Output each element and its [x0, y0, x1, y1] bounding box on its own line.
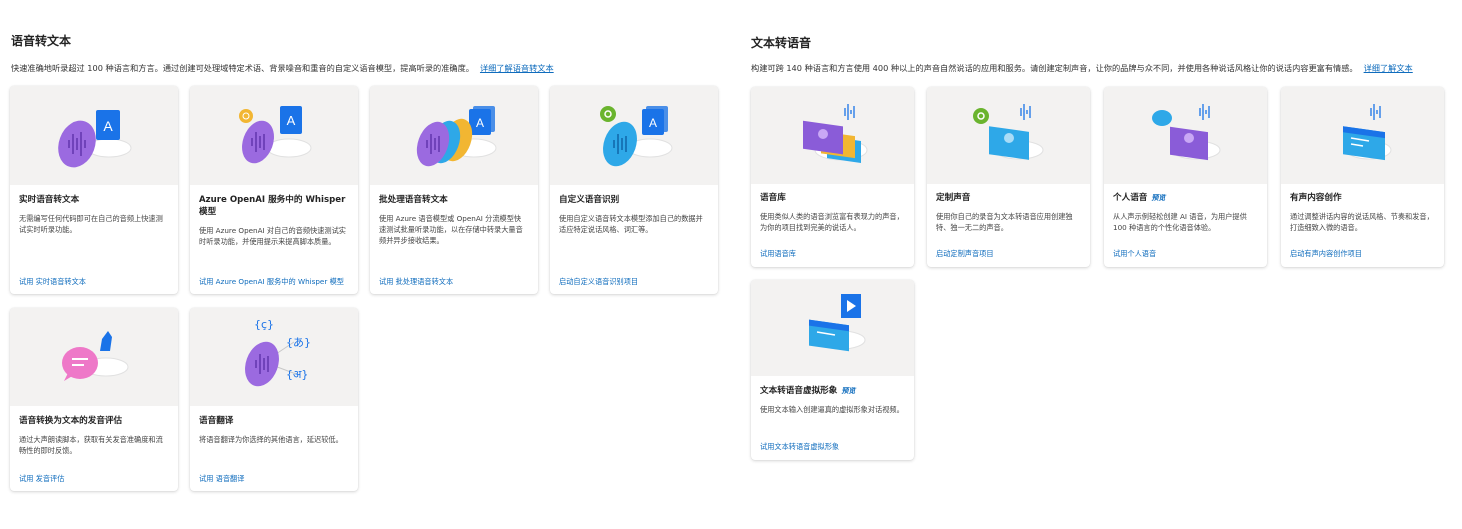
stt-card-batch-image: A — [370, 86, 538, 185]
voice-card-icon — [988, 125, 1029, 160]
waveform-disc-icon — [603, 121, 637, 166]
tts-learn-more-link[interactable]: 详细了解文本 — [1364, 63, 1413, 73]
tts-card-voice-gallery[interactable]: 语音库 使用类似人类的语音浏览富有表现力的声音，为你的项目找到完美的说话人。 试… — [751, 87, 914, 267]
tts-card-avatar[interactable]: 文本转语音虚拟形象 预览 使用文本输入创建逼真的虚拟形象对话视频。 试用文本转语音… — [751, 280, 914, 460]
stt-card-translation-image: {ç} {あ} {अ} — [190, 308, 358, 406]
card-try-link[interactable]: 试用 Azure OpenAI 服务中的 Whisper 模型 — [199, 277, 352, 287]
tts-card-audio-content-image — [1281, 87, 1444, 184]
card-description: 将语音翻译为你选择的其他语言，延迟较低。 — [199, 435, 343, 444]
gear-icon — [972, 107, 989, 124]
card-description: 使用文本输入创建逼真的虚拟形象对话视频。 — [760, 405, 904, 414]
avatar-illustration — [808, 294, 865, 352]
card-description: 使用 Azure 语音模型或 OpenAI 分流模型快速测试批量听录功能，以在存… — [379, 214, 523, 245]
waveform-disc-icon — [245, 341, 279, 387]
tts-card-custom-voice-image — [927, 87, 1090, 184]
custom-speech-illustration: A — [600, 105, 673, 166]
thumbs-up-icon — [100, 331, 112, 351]
card-try-link[interactable]: 启动有声内容创作项目 — [1290, 249, 1438, 259]
card-description: 通过调整讲话内容的说话风格、节奏和发音，打造细致入微的语音。 — [1290, 212, 1434, 232]
card-title: 语音库 — [760, 193, 786, 203]
waveform-disc-icon — [242, 120, 274, 163]
tts-card-audio-content[interactable]: 有声内容创作 通过调整讲话内容的说话风格、节奏和发音，打造细致入微的语音。 启动… — [1281, 87, 1444, 267]
stt-card-custom-speech[interactable]: A 自定义语音识别 使用自定义语音转文本模型添加自己的数据并适应特定说话风格、词… — [550, 86, 718, 294]
stt-card-translation[interactable]: {ç} {あ} {अ} 语音翻译 将语音翻译为你选择的其他语言，延迟较低。 试用… — [190, 308, 358, 491]
stt-card-pronunciation[interactable]: 语音转换为文本的发音评估 通过大声朗读脚本，获取有关发音准确度和流畅性的即时反馈… — [10, 308, 178, 491]
pronunciation-illustration — [62, 331, 129, 381]
svg-text:A: A — [649, 116, 657, 130]
openai-badge-icon — [239, 108, 253, 123]
card-try-link[interactable]: 试用 实时语音转文本 — [19, 277, 172, 287]
translation-illustration: {ç} {あ} {अ} — [245, 318, 311, 387]
card-try-link[interactable]: 启动定制声音项目 — [936, 249, 1084, 259]
tts-card-personal-voice[interactable]: 个人语音 预览 从人声示例轻松创建 AI 语音，为用户提供 100 种语言的个性化… — [1104, 87, 1267, 267]
voice-gallery-illustration — [802, 103, 867, 163]
card-description: 使用类似人类的语音浏览富有表现力的声音，为你的项目找到完美的说话人。 — [760, 212, 904, 232]
tts-description-text: 构建可跨 140 种语言和方言使用 400 种以上的声音自然说话的应用和服务。请… — [751, 63, 1358, 73]
chat-bubble-icon — [1151, 109, 1172, 126]
audio-content-illustration — [1342, 103, 1391, 160]
svg-text:A: A — [476, 116, 484, 130]
tts-card-avatar-image — [751, 280, 914, 376]
stt-card-realtime-image: A — [10, 86, 178, 185]
whisper-illustration: A — [239, 105, 312, 163]
tts-section-description: 构建可跨 140 种语言和方言使用 400 种以上的声音自然说话的应用和服务。请… — [751, 62, 1451, 74]
stt-section-title: 语音转文本 — [11, 34, 72, 48]
custom-voice-illustration — [972, 103, 1043, 160]
card-try-link[interactable]: 试用 语音翻译 — [199, 474, 352, 484]
stt-description-text: 快速准确地听录超过 100 种语言和方言。通过创建可处理域特定术语、背景噪音和重… — [11, 63, 474, 73]
svg-text:A: A — [287, 113, 296, 128]
stt-card-custom-speech-image: A — [550, 86, 718, 185]
card-title: 有声内容创作 — [1290, 193, 1342, 203]
tts-card-personal-voice-image — [1104, 87, 1267, 184]
card-description: 通过大声朗读脚本，获取有关发音准确度和流畅性的即时反馈。 — [19, 435, 163, 455]
gear-icon — [600, 105, 616, 122]
card-title: Azure OpenAI 服务中的 Whisper 模型 — [199, 195, 346, 217]
card-title: 语音翻译 — [199, 416, 234, 426]
svg-text:A: A — [103, 118, 113, 134]
stt-card-whisper[interactable]: A Azure OpenAI 服务中的 Whisper 模型 使用 Azure … — [190, 86, 358, 294]
voice-card-icon — [1169, 126, 1208, 160]
card-description: 从人声示例轻松创建 AI 语音，为用户提供 100 种语言的个性化语音体验。 — [1113, 212, 1247, 232]
card-title: 实时语音转文本 — [19, 195, 80, 205]
card-try-link[interactable]: 试用语音库 — [760, 249, 908, 259]
stt-card-whisper-image: A — [190, 86, 358, 185]
translate-glyph-icon: {अ} — [286, 368, 308, 381]
card-description: 使用 Azure OpenAI 对自己的音频快速测试实时听录功能，并使用提示来提… — [199, 226, 346, 246]
card-try-link[interactable]: 启动自定义语音识别项目 — [559, 277, 712, 287]
translate-glyph-icon: {ç} — [254, 318, 274, 331]
card-title: 语音转换为文本的发音评估 — [19, 416, 123, 426]
tts-card-custom-voice[interactable]: 定制声音 使用你自己的录音为文本转语音应用创建独特、独一无二的声音。 启动定制声… — [927, 87, 1090, 267]
card-try-link[interactable]: 试用 发音评估 — [19, 474, 172, 484]
card-try-link[interactable]: 试用个人语音 — [1113, 249, 1261, 259]
card-title: 自定义语音识别 — [559, 195, 620, 205]
card-description: 使用自定义语音转文本模型添加自己的数据并适应特定说话风格、词汇等。 — [559, 214, 703, 234]
tts-card-voice-gallery-image — [751, 87, 914, 184]
card-try-link[interactable]: 试用 批处理语音转文本 — [379, 277, 532, 287]
card-title: 文本转语音虚拟形象 预览 — [760, 385, 906, 397]
stt-card-pronunciation-image — [10, 308, 178, 406]
card-description: 使用你自己的录音为文本转语音应用创建独特、独一无二的声音。 — [936, 212, 1073, 232]
card-try-link[interactable]: 试用文本转语音虚拟形象 — [760, 442, 908, 452]
card-title: 批处理语音转文本 — [379, 195, 448, 205]
preview-badge: 预览 — [841, 387, 856, 395]
card-title-text: 文本转语音虚拟形象 — [760, 386, 838, 396]
card-description: 无需编写任何代码即可在自己的音频上快速测试实时听录功能。 — [19, 214, 163, 234]
stt-card-batch[interactable]: A 批处理语音转文本 使用 Azure 语音模型或 OpenAI 分流模型快速测… — [370, 86, 538, 294]
stt-card-realtime[interactable]: A 实时语音转文本 无需编写任何代码即可在自己的音频上快速测试实时听录功能。 试… — [10, 86, 178, 294]
card-title: 个人语音 预览 — [1113, 192, 1259, 204]
batch-illustration: A — [416, 105, 497, 166]
card-title: 定制声音 — [936, 193, 971, 203]
stt-section-description: 快速准确地听录超过 100 种语言和方言。通过创建可处理域特定术语、背景噪音和重… — [11, 62, 711, 74]
stt-learn-more-link[interactable]: 详细了解语音转文本 — [480, 63, 554, 73]
tts-section-title: 文本转语音 — [751, 36, 812, 50]
preview-badge: 预览 — [1151, 194, 1166, 202]
translate-glyph-icon: {あ} — [286, 336, 311, 349]
card-title-text: 个人语音 — [1113, 193, 1148, 203]
personal-voice-illustration — [1151, 103, 1220, 160]
speech-to-text-illustration: A — [58, 109, 132, 167]
